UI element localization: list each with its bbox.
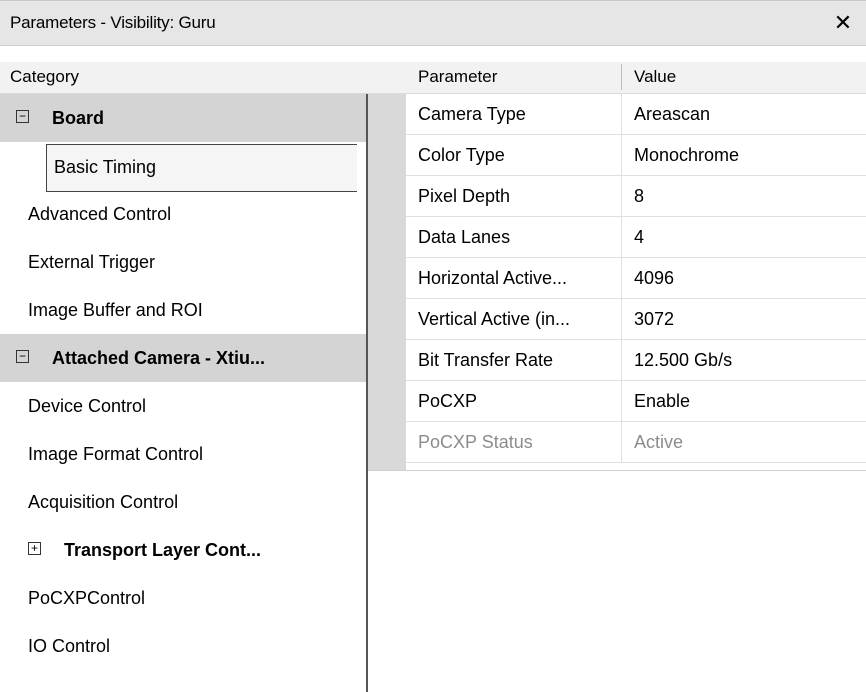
parameter-row[interactable]: Color Type Monochrome — [406, 135, 866, 176]
category-tree: − Board Basic Timing Advanced Control Ex… — [0, 94, 368, 692]
cell-divider — [621, 299, 622, 340]
parameter-row[interactable]: PoCXP Enable — [406, 381, 866, 422]
cell-divider — [621, 258, 622, 299]
parameter-row[interactable]: Bit Transfer Rate 12.500 Gb/s — [406, 340, 866, 381]
category-subgroup-transport-layer[interactable]: + Transport Layer Cont... — [0, 526, 366, 574]
parameter-row[interactable]: Data Lanes 4 — [406, 217, 866, 258]
window-title: Parameters - Visibility: Guru — [10, 13, 216, 32]
collapse-icon[interactable]: − — [16, 350, 29, 363]
parameter-row[interactable]: Vertical Active (in... 3072 — [406, 299, 866, 340]
category-label: Board — [52, 108, 105, 128]
category-label: Acquisition Control — [28, 492, 179, 512]
cell-divider — [621, 340, 622, 381]
category-label: Device Control — [28, 396, 147, 416]
category-label: PoCXPControl — [28, 588, 146, 608]
parameter-row-disabled: PoCXP Status Active — [406, 422, 866, 463]
parameter-grid: Camera Type Areascan Color Type Monochro… — [368, 94, 866, 692]
expand-icon[interactable]: + — [28, 542, 41, 555]
parameter-value[interactable]: 8 — [634, 186, 644, 207]
parameter-value: Active — [634, 432, 684, 452]
category-group-board[interactable]: − Board — [0, 94, 366, 142]
category-group-attached-camera[interactable]: − Attached Camera - Xtiu... — [0, 334, 366, 382]
grid-bottom-border — [368, 470, 866, 471]
parameter-value[interactable]: Monochrome — [634, 145, 739, 166]
category-label: Basic Timing — [54, 157, 157, 177]
parameter-name: Vertical Active (in... — [418, 309, 571, 329]
category-label: External Trigger — [28, 252, 156, 272]
category-item-device-control[interactable]: Device Control — [0, 382, 366, 430]
category-item-image-format-control[interactable]: Image Format Control — [0, 430, 366, 478]
parameter-name: Bit Transfer Rate — [418, 350, 554, 370]
category-label: Transport Layer Cont... — [64, 540, 262, 560]
parameter-name: Color Type — [418, 145, 505, 165]
category-item-acquisition-control[interactable]: Acquisition Control — [0, 478, 366, 526]
category-item-basic-timing[interactable]: Basic Timing — [0, 142, 366, 192]
cell-divider — [621, 422, 622, 463]
category-label: IO Control — [28, 636, 111, 656]
category-label: Image Format Control — [28, 444, 204, 464]
close-icon[interactable]: ✕ — [828, 8, 858, 38]
category-item-advanced-control[interactable]: Advanced Control — [0, 190, 366, 238]
parameter-name: Data Lanes — [418, 227, 511, 247]
category-item-pocxp-control[interactable]: PoCXPControl — [0, 574, 366, 622]
cell-divider — [621, 217, 622, 258]
cell-divider — [621, 381, 622, 422]
category-item-external-trigger[interactable]: External Trigger — [0, 238, 366, 286]
parameter-value[interactable]: Areascan — [634, 104, 710, 125]
parameter-name: Camera Type — [418, 104, 526, 124]
category-label: Advanced Control — [28, 204, 172, 224]
parameter-name: PoCXP Status — [418, 432, 533, 452]
parameter-value[interactable]: 4096 — [634, 268, 674, 289]
category-item-io-control[interactable]: IO Control — [0, 622, 366, 670]
column-divider[interactable] — [621, 64, 622, 90]
column-header-bar: Category Parameter Value — [0, 62, 866, 94]
row-gutter — [368, 94, 406, 470]
parameter-value[interactable]: Enable — [634, 391, 690, 412]
parameter-row[interactable]: Pixel Depth 8 — [406, 176, 866, 217]
parameter-value[interactable]: 12.500 Gb/s — [634, 350, 732, 371]
parameter-value[interactable]: 4 — [634, 227, 644, 248]
category-item-image-buffer-roi[interactable]: Image Buffer and ROI — [0, 286, 366, 334]
parameter-row[interactable]: Horizontal Active... 4096 — [406, 258, 866, 299]
parameter-row[interactable]: Camera Type Areascan — [406, 94, 866, 135]
parameter-name: Pixel Depth — [418, 186, 511, 206]
window-titlebar: Parameters - Visibility: Guru ✕ — [0, 0, 866, 46]
parameter-value[interactable]: 3072 — [634, 309, 674, 330]
category-column-header[interactable]: Category — [10, 67, 79, 87]
category-label: Attached Camera - Xtiu... — [52, 348, 266, 368]
category-label: Image Buffer and ROI — [28, 300, 203, 320]
parameter-name: Horizontal Active... — [418, 268, 568, 288]
parameter-column-header[interactable]: Parameter — [418, 67, 497, 87]
cell-divider — [621, 94, 622, 135]
parameter-name: PoCXP — [418, 391, 478, 411]
collapse-icon[interactable]: − — [16, 110, 29, 123]
cell-divider — [621, 176, 622, 217]
value-column-header[interactable]: Value — [634, 67, 676, 87]
cell-divider — [621, 135, 622, 176]
